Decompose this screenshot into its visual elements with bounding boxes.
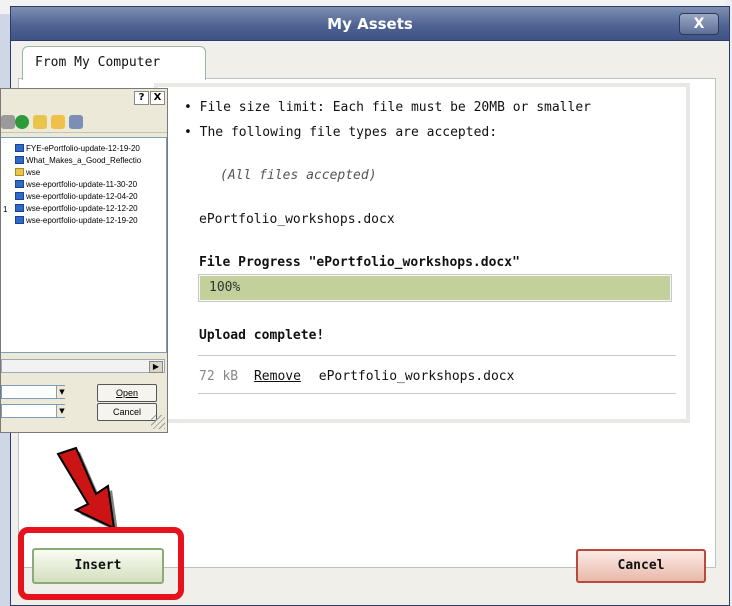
chevron-down-icon[interactable]: ▼ [56, 386, 67, 398]
scroll-right-icon[interactable]: ▶ [149, 361, 163, 373]
tab-from-my-computer[interactable]: From My Computer [22, 46, 206, 80]
file-item-name: wse-eportfolio-update-11-30-20 [26, 180, 138, 189]
file-list-item[interactable]: wse-eportfolio-update-12-19-20 [15, 216, 165, 225]
word-doc-icon [15, 144, 24, 152]
remove-link[interactable]: Remove [254, 369, 301, 384]
new-folder-icon[interactable] [51, 115, 65, 129]
divider [198, 393, 676, 394]
file-item-name: wse-eportfolio-update-12-19-20 [26, 216, 138, 225]
file-list-item[interactable]: FYE-ePortfolio-update-12-19-20 [15, 144, 165, 153]
folder-icon [15, 168, 24, 176]
progress-percent: 100% [209, 280, 241, 295]
progress-bar: 100% [198, 274, 672, 302]
file-dialog-close-button[interactable]: X [150, 91, 165, 105]
filename-field[interactable]: ▼ [1, 385, 67, 399]
file-item-name: FYE-ePortfolio-update-12-19-20 [26, 144, 140, 153]
file-item-name: wse-eportfolio-update-12-12-20 [26, 204, 138, 213]
file-list-item[interactable]: What_Makes_a_Good_Reflectio [15, 156, 165, 165]
toolbar-edge-icon[interactable] [1, 115, 15, 129]
resize-grip-icon[interactable] [151, 415, 165, 429]
file-list: 1 FYE-ePortfolio-update-12-19-20 What_Ma… [1, 137, 167, 353]
selected-filename: ePortfolio_workshops.docx [199, 212, 395, 227]
cancel-button[interactable]: Cancel [576, 549, 706, 583]
divider [198, 355, 676, 356]
file-item-name: wse-eportfolio-update-12-04-20 [26, 192, 138, 201]
word-doc-icon [15, 216, 24, 224]
file-progress-title: File Progress "ePortfolio_workshops.docx… [199, 255, 520, 270]
close-button[interactable]: X [679, 13, 719, 35]
open-button[interactable]: Open [97, 384, 157, 402]
word-doc-icon [15, 192, 24, 200]
horizontal-scrollbar[interactable] [1, 359, 165, 373]
file-list-item[interactable]: wse-eportfolio-update-12-04-20 [15, 192, 165, 201]
help-button[interactable]: ? [134, 91, 149, 105]
uploaded-file-name: ePortfolio_workshops.docx [318, 369, 515, 384]
file-dialog-titlebar[interactable]: ? X [1, 89, 167, 107]
file-type-select[interactable]: ▼ [1, 404, 67, 418]
word-doc-icon [15, 180, 24, 188]
word-doc-icon [15, 156, 24, 164]
accepted-types-text: • The following file types are accepted: [184, 125, 498, 140]
file-open-dialog: ? X 1 FYE-ePortfolio-update-12-19-20 Wha… [0, 88, 168, 433]
up-folder-icon[interactable] [33, 115, 47, 129]
view-menu-icon[interactable] [69, 115, 83, 129]
chevron-down-icon[interactable]: ▼ [56, 405, 67, 417]
back-icon[interactable] [15, 115, 29, 129]
insert-highlight-box [18, 527, 184, 600]
dialog-title: My Assets [327, 15, 413, 33]
side-marker: 1 [3, 205, 8, 214]
file-size-limit-text: • File size limit: Each file must be 20M… [184, 100, 591, 115]
file-list-item[interactable]: wse-eportfolio-update-12-12-20 [15, 204, 165, 213]
file-list-item[interactable]: wse [15, 168, 165, 177]
word-doc-icon [15, 204, 24, 212]
file-item-name: wse [26, 168, 41, 177]
pointer-arrow-icon [56, 446, 118, 532]
dialog-titlebar[interactable]: My Assets X [11, 7, 729, 41]
tab-label: From My Computer [35, 55, 161, 70]
file-dialog-toolbar [1, 111, 167, 133]
upload-status: Upload complete! [199, 328, 325, 343]
file-size: 72 kB [199, 369, 239, 384]
file-item-name: What_Makes_a_Good_Reflectio [26, 156, 142, 165]
file-dialog-cancel-button[interactable]: Cancel [97, 403, 157, 421]
progress-bar-fill [200, 276, 670, 300]
all-files-accepted-text: (All files accepted) [220, 168, 377, 183]
file-list-item[interactable]: wse-eportfolio-update-11-30-20 [15, 180, 165, 189]
uploaded-file-row: 72 kB Remove ePortfolio_workshops.docx [199, 369, 514, 384]
